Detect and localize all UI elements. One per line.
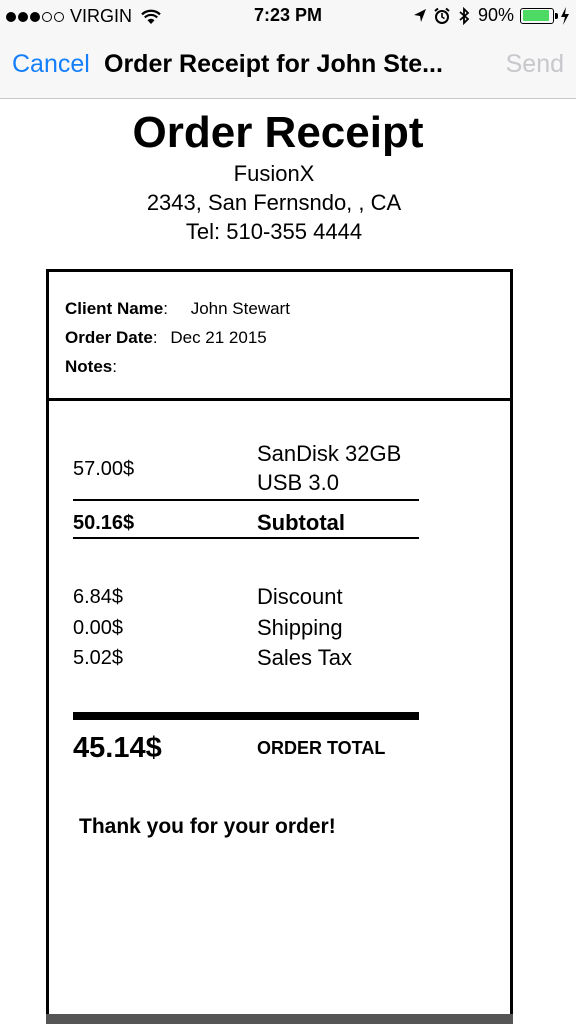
charging-bolt-icon — [561, 6, 569, 25]
location-arrow-icon — [413, 8, 426, 22]
store-phone: Tel: 510-355 4444 — [185, 219, 363, 244]
thank-you-message: Thank you for your order! — [79, 815, 336, 838]
discount-label: Discount — [257, 584, 343, 609]
divider — [73, 499, 419, 501]
battery-icon — [520, 7, 558, 24]
item-amount: 57.00$ — [73, 458, 135, 480]
total-divider — [73, 712, 419, 720]
subtotal-label: Subtotal — [257, 510, 345, 535]
status-bar: VIRGIN 7:23 PM 90% — [0, 0, 576, 34]
receipt-title: Order Receipt — [132, 108, 424, 157]
receipt-box: Client Name: John Stewart Order Date: De… — [46, 269, 513, 1024]
client-info: Client Name: John Stewart Order Date: De… — [49, 272, 510, 401]
battery-level — [522, 10, 549, 21]
store-address: 2343, San Fernsndo, , CA — [146, 190, 402, 215]
divider — [73, 537, 419, 539]
order-total-label: ORDER TOTAL — [257, 738, 386, 758]
order-date-row: Order Date: Dec 21 2015 — [65, 328, 267, 347]
discount-amount: 6.84$ — [73, 586, 124, 608]
client-name-row: Client Name: John Stewart — [65, 299, 290, 318]
shipping-label: Shipping — [257, 615, 343, 640]
nav-bar: Cancel Order Receipt for John Ste... Sen… — [0, 34, 576, 99]
notes-label: Notes — [65, 357, 113, 376]
bottom-edge — [46, 1014, 513, 1024]
page-title: Order Receipt for John Ste... — [104, 50, 443, 78]
client-name-value: John Stewart — [190, 299, 290, 318]
shipping-amount: 0.00$ — [73, 617, 124, 639]
item-name: SanDisk 32GB USB 3.0 — [257, 441, 402, 495]
cancel-button[interactable]: Cancel — [12, 50, 90, 79]
notes-row: Notes: — [65, 357, 117, 376]
bluetooth-icon — [459, 6, 470, 25]
sales-tax-label: Sales Tax — [257, 645, 352, 670]
sales-tax-amount: 5.02$ — [73, 647, 124, 669]
order-total-amount: 45.14$ — [73, 732, 162, 764]
send-button[interactable]: Send — [506, 50, 564, 79]
battery-percentage: 90% — [477, 5, 514, 25]
status-right: 90% — [412, 5, 570, 26]
subtotal-amount: 50.16$ — [73, 512, 135, 534]
order-date-value: Dec 21 2015 — [170, 328, 267, 347]
store-name: FusionX — [233, 161, 315, 186]
alarm-clock-icon — [434, 7, 450, 24]
client-name-label: Client Name — [65, 299, 164, 318]
order-date-label: Order Date — [65, 328, 153, 347]
